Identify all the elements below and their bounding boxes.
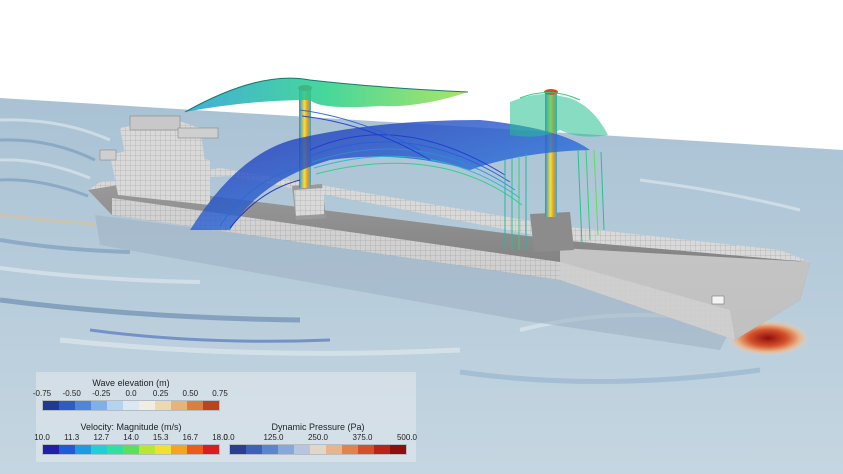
legend-tick-label: 11.3 [64, 433, 80, 442]
color-swatch [155, 401, 171, 410]
color-swatch [262, 445, 278, 454]
legend-tick-label: -0.50 [62, 389, 81, 398]
color-swatch [123, 445, 139, 454]
color-swatch [203, 445, 219, 454]
legend-tick-label: 500.0 [396, 433, 418, 442]
dynamic-pressure-legend: Dynamic Pressure (Pa) 0.0 125.0 250.0 375.0… [223, 422, 417, 455]
legend-tick-label: 0.0 [125, 389, 137, 398]
color-swatch [139, 445, 155, 454]
legend-tick-label: 125.0 [263, 433, 284, 442]
color-swatch [246, 445, 262, 454]
color-swatch [155, 445, 171, 454]
color-swatch [390, 445, 406, 454]
color-swatch [187, 401, 203, 410]
velocity-magnitude-legend: Velocity: Magnitude (m/s) 10.0 11.3 12.7 14… [34, 422, 228, 455]
legend-title: Dynamic Pressure (Pa) [271, 422, 365, 432]
legend-tick-label: 14.0 [123, 433, 139, 442]
color-swatch [171, 401, 187, 410]
color-swatch [107, 401, 123, 410]
legend-tick-label: 0.50 [182, 389, 199, 398]
color-swatch [91, 445, 107, 454]
color-swatch [123, 401, 139, 410]
legend-tick-label: -0.25 [92, 389, 111, 398]
legend-tick-label: 0.25 [152, 389, 169, 398]
legend-ticks: 10.0 11.3 12.7 14.0 15.3 16.7 18.0 [34, 433, 228, 443]
legend-tick-label: 375.0 [352, 433, 373, 442]
color-swatch [310, 445, 326, 454]
legend-tick-label: 0.0 [223, 433, 235, 442]
wave-elevation-legend: Wave elevation (m) -0.75 -0.50 -0.25 0.0 0.2… [33, 378, 228, 411]
legend-title: Wave elevation (m) [92, 378, 170, 388]
legend-tick-label: 15.3 [152, 433, 169, 442]
legend-tick-label: 250.0 [307, 433, 329, 442]
legend-ticks: 0.0 125.0 250.0 375.0 500.0 [223, 433, 417, 443]
color-swatch [278, 445, 294, 454]
color-swatch [59, 401, 75, 410]
color-swatch [326, 445, 342, 454]
color-swatch [171, 445, 187, 454]
color-swatch [187, 445, 203, 454]
color-bar [42, 444, 220, 455]
color-swatch [59, 445, 75, 454]
color-swatch [75, 401, 91, 410]
color-swatch [91, 401, 107, 410]
color-swatch [230, 445, 246, 454]
legend-title: Velocity: Magnitude (m/s) [80, 422, 182, 432]
color-swatch [43, 445, 59, 454]
legend-tick-label: -0.75 [32, 389, 52, 398]
color-bar [42, 400, 220, 411]
color-swatch [203, 401, 219, 410]
color-swatch [75, 445, 91, 454]
color-swatch [139, 401, 155, 410]
legend-tick-label: 16.7 [182, 433, 199, 442]
color-swatch [374, 445, 390, 454]
color-swatch [358, 445, 374, 454]
legend-ticks: -0.75 -0.50 -0.25 0.0 0.25 0.50 0.75 [33, 389, 228, 399]
color-swatch [107, 445, 123, 454]
legend-tick-label: 12.7 [93, 433, 110, 442]
legend-tick-label: 0.75 [212, 389, 228, 398]
legend-tick-label: 10.0 [34, 433, 50, 442]
color-bar [229, 444, 407, 455]
color-swatch [43, 401, 59, 410]
color-swatch [342, 445, 358, 454]
color-swatch [294, 445, 310, 454]
